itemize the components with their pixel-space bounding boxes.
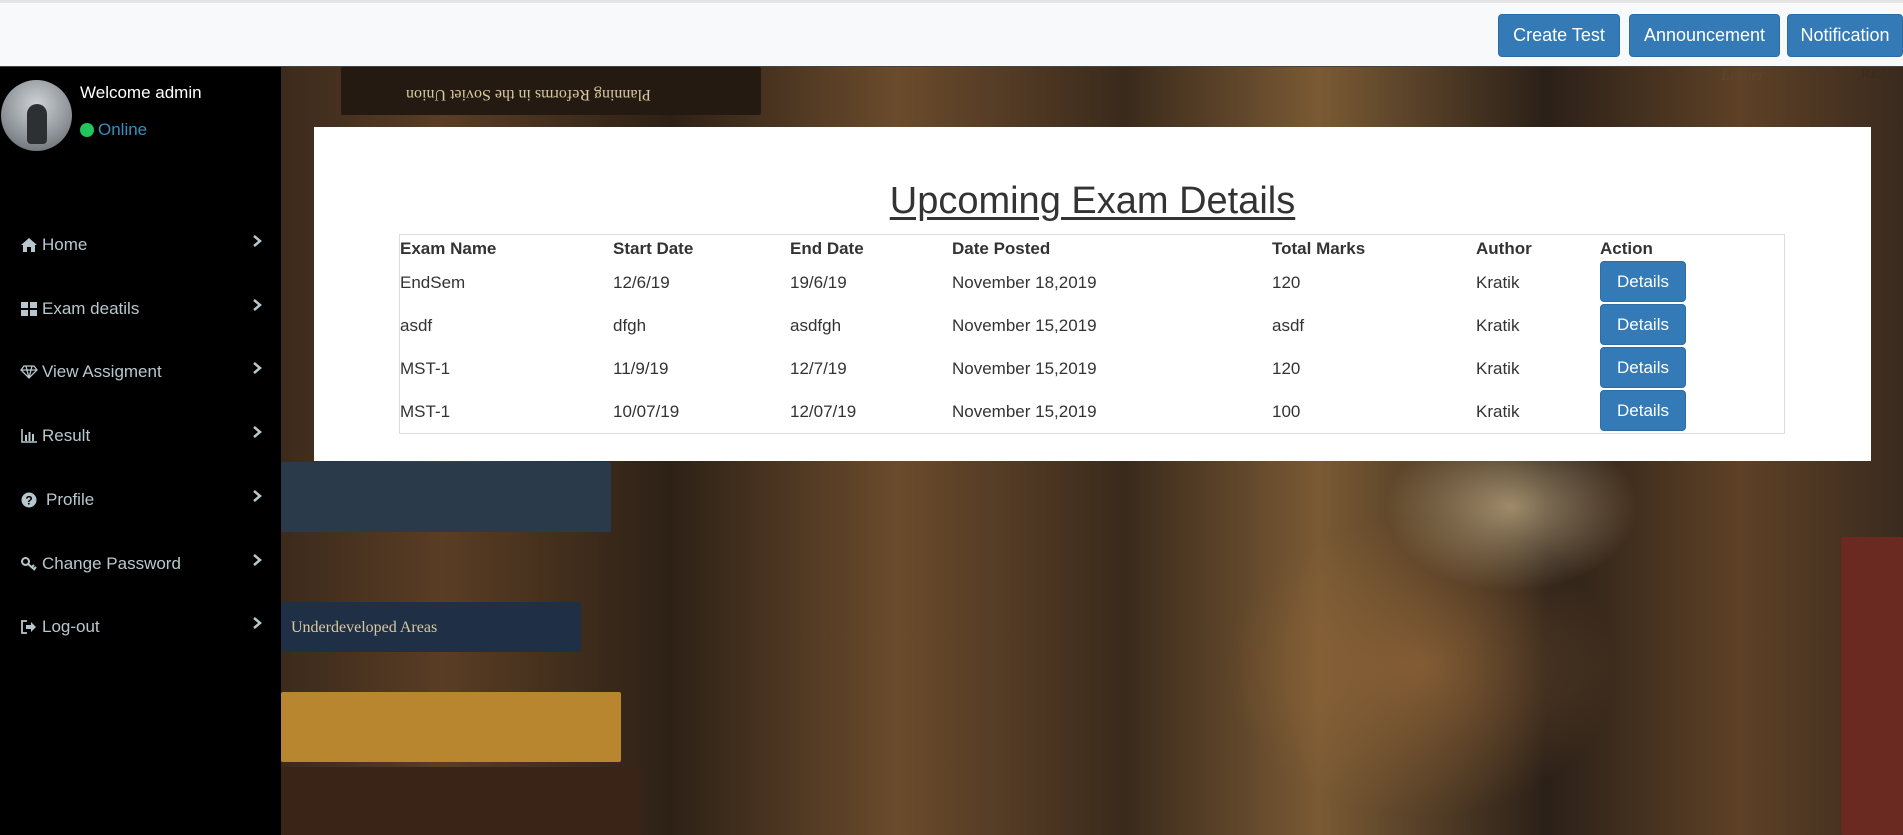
- sidebar-item-result[interactable]: Result: [0, 416, 281, 456]
- cell-total-marks: asdf: [1272, 316, 1305, 335]
- cell-start-date: 12/6/19: [613, 273, 670, 292]
- column-header-author: Author: [1476, 239, 1532, 258]
- column-header-exam-name: Exam Name: [400, 239, 497, 258]
- sidebar-item-home[interactable]: Home: [0, 225, 281, 265]
- logout-icon: [18, 620, 40, 634]
- chevron-right-icon: [253, 490, 262, 502]
- sidebar: Welcome admin Online Home Exam deatils V…: [0, 80, 281, 835]
- details-button[interactable]: Details: [1600, 261, 1686, 302]
- cell-end-date: 19/6/19: [790, 273, 847, 292]
- cell-total-marks: 120: [1272, 359, 1301, 378]
- chevron-right-icon: [253, 235, 262, 247]
- cell-end-date: asdfgh: [790, 316, 842, 335]
- exam-details-panel: Upcoming Exam Details Exam Name Start Da…: [314, 127, 1871, 461]
- cell-author: Kratik: [1476, 359, 1520, 378]
- online-label: Online: [98, 120, 148, 139]
- sidebar-item-label: Exam deatils: [42, 299, 140, 318]
- cell-date-posted: November 15,2019: [952, 316, 1097, 335]
- page-title: Upcoming Exam Details: [889, 180, 1296, 222]
- chevron-right-icon: [253, 554, 262, 566]
- cell-exam-name: MST-1: [400, 359, 451, 378]
- column-header-date-posted: Date Posted: [952, 239, 1051, 258]
- book-spine: [281, 692, 621, 762]
- cell-exam-name: MST-1: [400, 402, 451, 421]
- sidebar-item-label: Profile: [46, 490, 95, 509]
- avatar: [1, 80, 72, 151]
- cell-total-marks: 100: [1272, 402, 1301, 421]
- cell-date-posted: November 15,2019: [952, 402, 1097, 421]
- chevron-right-icon: [253, 617, 262, 629]
- column-header-end-date: End Date: [790, 239, 864, 258]
- book-spine-text: Underdeveloped Areas: [291, 619, 438, 636]
- cell-end-date: 12/7/19: [790, 359, 847, 378]
- column-header-total-marks: Total Marks: [1272, 239, 1366, 258]
- book-spine-text: Planning Reforms in the Soviet Union: [406, 86, 651, 103]
- top-navbar: Create Test Announcement Notification: [0, 0, 1903, 67]
- sidebar-item-label: Result: [42, 426, 91, 445]
- diamond-icon: [18, 365, 40, 379]
- book-spine: [1841, 537, 1903, 835]
- online-status: Online: [80, 120, 147, 140]
- sidebar-item-label: View Assigment: [42, 362, 162, 381]
- book-spine: [281, 767, 641, 835]
- details-button[interactable]: Details: [1600, 304, 1686, 345]
- cell-author: Kratik: [1476, 316, 1520, 335]
- sidebar-item-label: Change Password: [42, 554, 181, 573]
- sidebar-item-change-password[interactable]: Change Password: [0, 544, 281, 584]
- sidebar-item-label: Log-out: [42, 617, 100, 636]
- cell-exam-name: EndSem: [400, 273, 466, 292]
- exam-table: Exam Name Start Date End Date Date Poste…: [399, 234, 1785, 434]
- sidebar-item-logout[interactable]: Log-out: [0, 607, 281, 647]
- chevron-right-icon: [253, 299, 262, 311]
- cell-total-marks: 120: [1272, 273, 1301, 292]
- sidebar-item-label: Home: [42, 235, 88, 254]
- notification-button[interactable]: Notification: [1787, 14, 1903, 57]
- column-header-action: Action: [1600, 239, 1653, 258]
- question-circle-icon: ?: [18, 492, 40, 508]
- sidebar-item-view-assignment[interactable]: View Assigment: [0, 352, 281, 392]
- cell-start-date: dfgh: [613, 316, 647, 335]
- cell-start-date: 11/9/19: [613, 359, 669, 378]
- chevron-right-icon: [253, 362, 262, 374]
- welcome-text: Welcome admin: [80, 83, 202, 102]
- chevron-right-icon: [253, 426, 262, 438]
- cell-author: Kratik: [1476, 273, 1520, 292]
- cell-date-posted: November 18,2019: [952, 273, 1097, 292]
- sidebar-item-exam-details[interactable]: Exam deatils: [0, 289, 281, 329]
- column-header-start-date: Start Date: [613, 239, 694, 258]
- home-icon: [18, 238, 40, 252]
- online-dot-icon: [80, 123, 94, 137]
- cell-exam-name: asdf: [400, 316, 433, 335]
- cell-date-posted: November 15,2019: [952, 359, 1097, 378]
- key-icon: [18, 557, 40, 571]
- grid-icon: [18, 302, 40, 316]
- cell-start-date: 10/07/19: [613, 402, 680, 421]
- svg-text:?: ?: [25, 494, 32, 508]
- cell-end-date: 12/07/19: [790, 402, 857, 421]
- book-spine: [281, 462, 611, 532]
- sidebar-item-profile[interactable]: ? Profile: [0, 480, 281, 520]
- book-spine-text: READINGS AND INV: [1861, 67, 1903, 82]
- announcement-button[interactable]: Announcement: [1629, 14, 1780, 57]
- bar-chart-icon: [18, 429, 40, 443]
- cell-author: Kratik: [1476, 402, 1520, 421]
- book-spine-text: Lerner: [1721, 67, 1765, 84]
- details-button[interactable]: Details: [1600, 390, 1686, 431]
- create-test-button[interactable]: Create Test: [1498, 14, 1620, 57]
- details-button[interactable]: Details: [1600, 347, 1686, 388]
